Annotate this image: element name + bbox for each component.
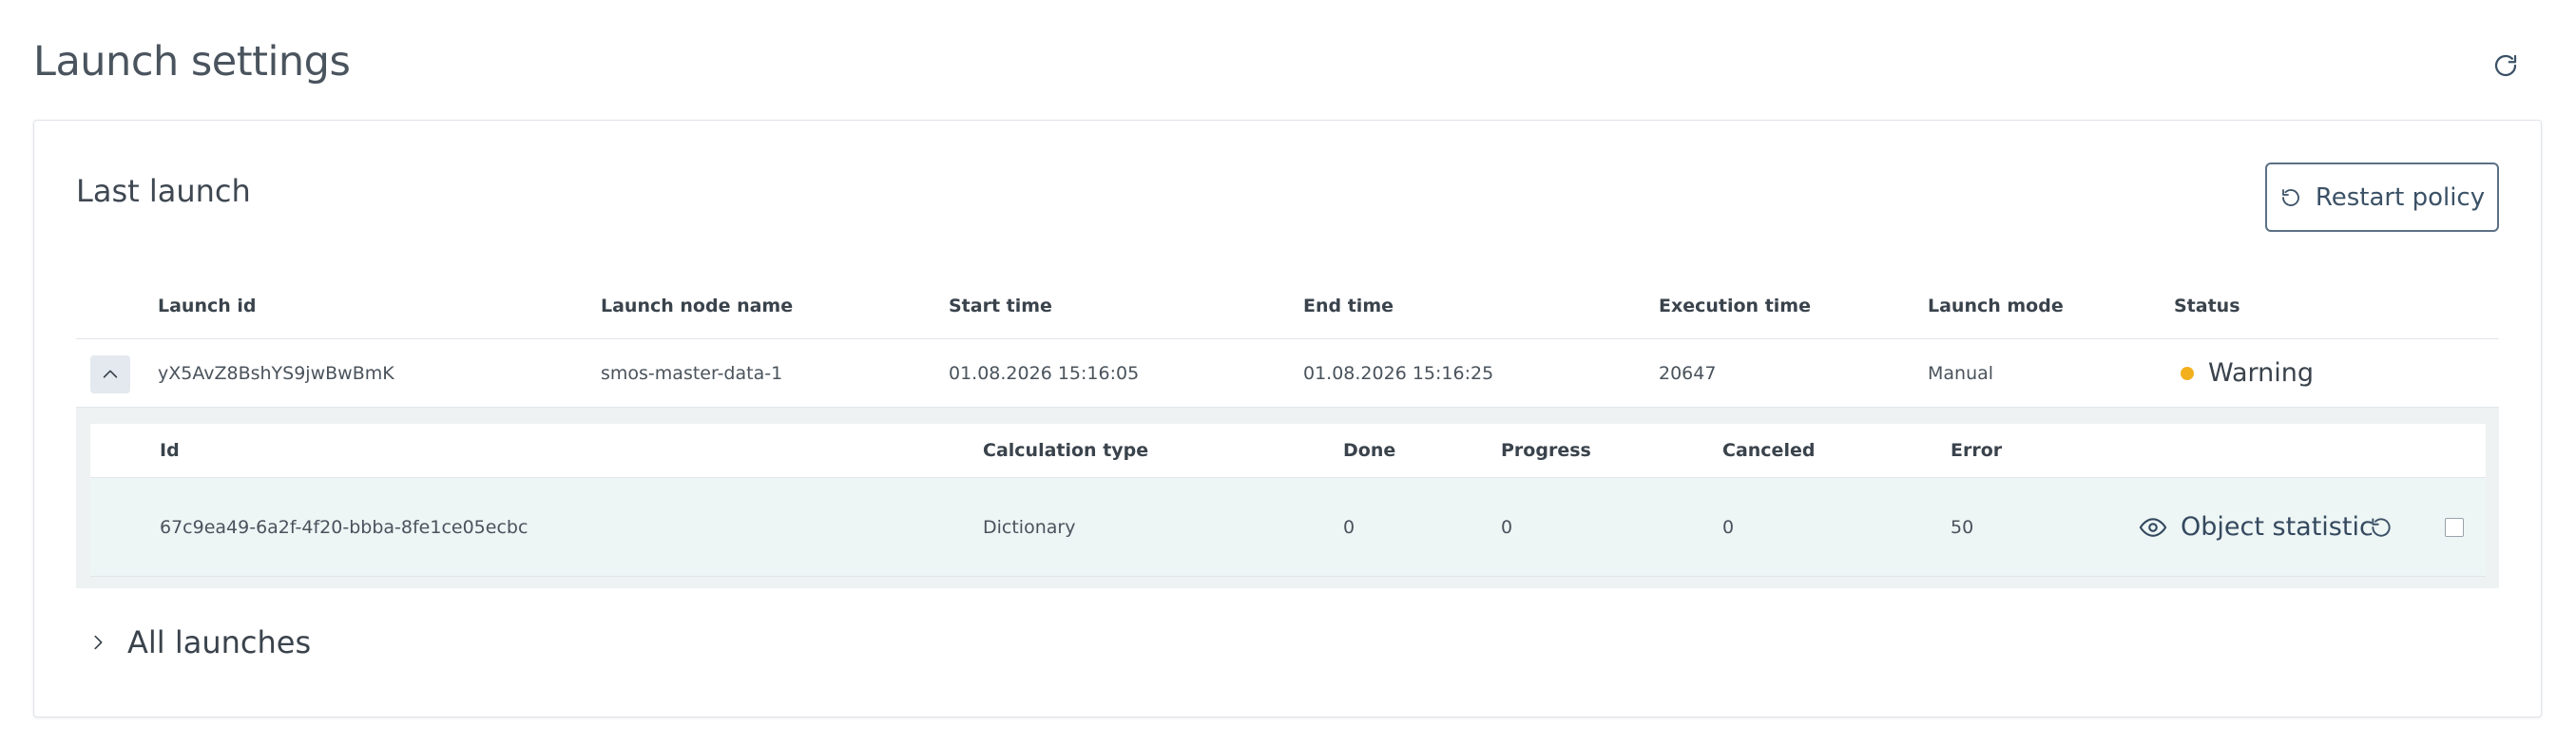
col-status: Status [2174,295,2240,316]
page-title: Launch settings [33,38,351,86]
rerun-icon [2372,517,2391,537]
status-dot [2181,366,2194,380]
section-title-last-launch: Last launch [76,173,251,209]
row-checkbox[interactable] [2445,518,2464,537]
col-id: Id [160,440,180,461]
error-value: 50 [1951,516,1974,538]
launch-mode-value: Manual [1928,362,1994,384]
canceled-value: 0 [1722,516,1735,538]
node-name-value: smos-master-data-1 [601,362,783,384]
object-statistic-label: Object statistic [2181,512,2374,542]
col-launch-node-name: Launch node name [601,295,794,316]
details-table-header: Id Calculation type Done Progress Cancel… [90,424,2486,478]
col-calculation-type: Calculation type [983,440,1149,461]
object-statistic-button[interactable]: Object statistic [2139,478,2374,576]
col-start-time: Start time [949,295,1052,316]
launch-details-panel: Id Calculation type Done Progress Cancel… [76,408,2499,588]
collapse-row-button[interactable] [90,355,130,393]
launch-table-header: Launch id Launch node name Start time En… [76,273,2499,339]
col-progress: Progress [1501,440,1591,461]
table-row[interactable]: 67c9ea49-6a2f-4f20-bbba-8fe1ce05ecbc Dic… [90,478,2486,577]
col-launch-id: Launch id [158,295,257,316]
refresh-icon [2494,54,2517,77]
rerun-button[interactable] [2369,478,2393,576]
start-time-value: 01.08.2026 15:16:05 [949,362,1140,384]
col-execution-time: Execution time [1659,295,1811,316]
eye-icon [2139,517,2167,537]
col-done: Done [1343,440,1396,461]
col-launch-mode: Launch mode [1928,295,2064,316]
col-canceled: Canceled [1722,440,1816,461]
end-time-value: 01.08.2026 15:16:25 [1303,362,1494,384]
restart-policy-label: Restart policy [2315,182,2486,212]
refresh-button[interactable] [2488,48,2524,84]
chevron-right-icon [94,635,103,650]
done-value: 0 [1343,516,1355,538]
detail-id-value: 67c9ea49-6a2f-4f20-bbba-8fe1ce05ecbc [160,516,529,538]
col-error: Error [1951,440,2003,461]
chevron-up-icon [103,370,118,378]
execution-time-value: 20647 [1659,362,1717,384]
restart-policy-button[interactable]: Restart policy [2265,163,2499,232]
col-end-time: End time [1303,295,1394,316]
table-row[interactable]: yX5AvZ8BshYS9jwBwBmK smos-master-data-1 … [76,339,2499,408]
all-launches-label: All launches [127,624,312,660]
status-badge: Warning [2181,339,2314,407]
status-text: Warning [2208,358,2315,388]
last-launch-card: Last launch Restart policy Launch id Lau… [33,120,2542,717]
all-launches-toggle[interactable]: All launches [87,624,311,660]
calculation-type-value: Dictionary [983,516,1076,538]
progress-value: 0 [1501,516,1513,538]
launch-id-value: yX5AvZ8BshYS9jwBwBmK [158,362,394,384]
restart-icon [2281,188,2299,206]
